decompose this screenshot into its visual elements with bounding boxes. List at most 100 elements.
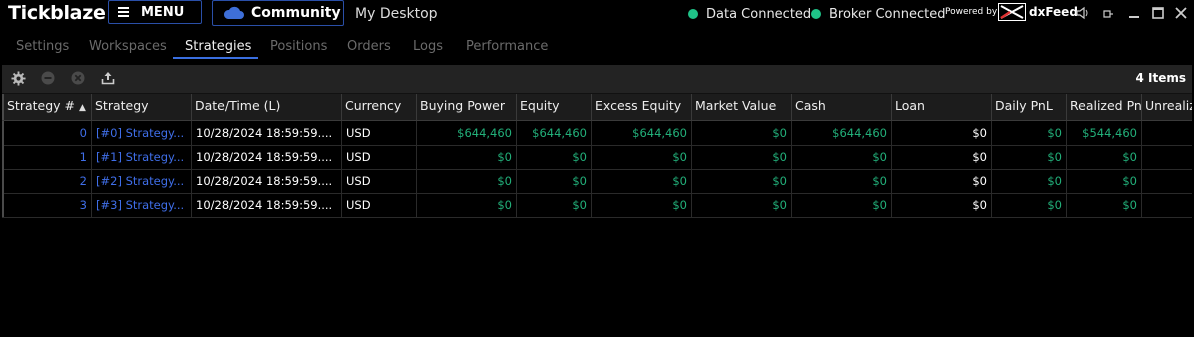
cell-realized-pnl: $0 [1067,145,1142,169]
cell-cash: $0 [792,145,892,169]
cell-equity: $0 [517,145,592,169]
cell-unrealized-pnl [1142,169,1192,193]
community-button[interactable]: Community [212,0,344,26]
column-header-loan[interactable]: Loan [892,94,992,120]
active-tab-indicator [173,57,258,59]
cell-cash: $0 [792,193,892,217]
cell-daily-pnl: $0 [992,193,1067,217]
table-row[interactable]: 1 [#1] Strategy... 10/28/2024 18:59:59..… [2,145,1192,170]
cell-buying-power: $644,460 [417,121,517,145]
cell-loan: $0 [892,169,992,193]
cell-realized-pnl: $0 [1067,193,1142,217]
column-header-excess-equity[interactable]: Excess Equity [592,94,692,120]
powered-by-label: Powered by [945,7,998,17]
menu-label: MENU [141,5,185,20]
table-row[interactable]: 0 [#0] Strategy... 10/28/2024 18:59:59..… [2,121,1192,146]
grid-header: Strategy # ▲ Strategy Date/Time (L) Curre… [2,94,1192,121]
broker-status-label: Broker Connected [829,7,946,22]
cell-buying-power: $0 [417,193,517,217]
tab-logs[interactable]: Logs [413,39,443,54]
cell-strategy-number: 1 [2,145,92,169]
cell-equity: $0 [517,193,592,217]
column-header-strategy[interactable]: Strategy [92,94,192,120]
cell-market-value: $0 [692,121,792,145]
column-header-daily-pnl[interactable]: Daily PnL [992,94,1067,120]
cell-currency: USD [342,145,417,169]
minimize-icon[interactable] [1127,6,1141,20]
cell-market-value: $0 [692,169,792,193]
desktop-name[interactable]: My Desktop [355,6,438,22]
grid-toolbar: 4 Items [2,65,1192,94]
cell-strategy-link[interactable]: [#3] Strategy... [92,193,192,217]
cell-realized-pnl: $544,460 [1067,121,1142,145]
community-label: Community [251,5,341,21]
status-dot-icon [811,9,821,19]
provider-label: dxFeed [1029,5,1078,19]
tab-positions[interactable]: Positions [270,39,327,54]
cell-daily-pnl: $0 [992,145,1067,169]
cell-datetime: 10/28/2024 18:59:59.... [192,145,342,169]
table-row[interactable]: 3 [#3] Strategy... 10/28/2024 18:59:59..… [2,193,1192,218]
maximize-icon[interactable] [1151,6,1165,20]
cell-realized-pnl: $0 [1067,169,1142,193]
cell-loan: $0 [892,193,992,217]
cell-unrealized-pnl [1142,121,1192,145]
table-row[interactable]: 2 [#2] Strategy... 10/28/2024 18:59:59..… [2,169,1192,194]
export-icon[interactable] [101,71,115,85]
strategies-grid: Strategy # ▲ Strategy Date/Time (L) Curre… [2,94,1192,337]
cell-strategy-number: 3 [2,193,92,217]
speaker-icon[interactable] [1076,6,1090,20]
column-header-equity[interactable]: Equity [517,94,592,120]
cloud-icon [223,6,244,19]
column-header-realized-pnl[interactable]: Realized PnL [1067,94,1142,120]
cell-strategy-link[interactable]: [#2] Strategy... [92,169,192,193]
menu-button[interactable]: MENU [108,0,202,24]
cell-unrealized-pnl [1142,145,1192,169]
data-status-label: Data Connected [706,7,812,22]
tab-performance[interactable]: Performance [466,39,548,54]
sort-ascending-icon: ▲ [79,103,86,113]
cell-currency: USD [342,193,417,217]
cell-equity: $644,460 [517,121,592,145]
cell-datetime: 10/28/2024 18:59:59.... [192,193,342,217]
cell-cash: $0 [792,169,892,193]
remove-icon[interactable] [41,71,55,85]
column-header-unrealized[interactable]: Unrealiz [1142,94,1192,120]
close-icon[interactable] [1174,6,1188,20]
cell-strategy-link[interactable]: [#0] Strategy... [92,121,192,145]
gear-icon[interactable] [11,71,26,86]
status-dot-icon [688,9,698,19]
column-header-market-value[interactable]: Market Value [692,94,792,120]
cell-excess-equity: $0 [592,193,692,217]
cell-loan: $0 [892,145,992,169]
data-status: Data Connected [688,7,811,22]
tab-strategies[interactable]: Strategies [185,39,251,54]
restore-icon[interactable] [1101,6,1115,20]
cell-market-value: $0 [692,193,792,217]
cell-strategy-link[interactable]: [#1] Strategy... [92,145,192,169]
tab-workspaces[interactable]: Workspaces [89,39,167,54]
cell-excess-equity: $0 [592,145,692,169]
cell-excess-equity: $0 [592,169,692,193]
cell-daily-pnl: $0 [992,169,1067,193]
app-logo: Tickblaze [8,2,106,24]
cell-datetime: 10/28/2024 18:59:59.... [192,169,342,193]
column-header-currency[interactable]: Currency [342,94,417,120]
cell-currency: USD [342,121,417,145]
cell-loan: $0 [892,121,992,145]
tab-orders[interactable]: Orders [347,39,391,54]
cell-strategy-number: 2 [2,169,92,193]
column-header-datetime[interactable]: Date/Time (L) [192,94,342,120]
cell-unrealized-pnl [1142,193,1192,217]
hamburger-icon [118,7,129,17]
cell-buying-power: $0 [417,169,517,193]
column-header-cash[interactable]: Cash [792,94,892,120]
cell-equity: $0 [517,169,592,193]
cell-buying-power: $0 [417,145,517,169]
column-header-strategy-number[interactable]: Strategy # ▲ [2,94,92,120]
cancel-icon[interactable] [71,71,85,85]
broker-status: Broker Connected [811,7,945,22]
tab-settings[interactable]: Settings [16,39,69,54]
column-header-buying-power[interactable]: Buying Power [417,94,517,120]
cell-datetime: 10/28/2024 18:59:59.... [192,121,342,145]
